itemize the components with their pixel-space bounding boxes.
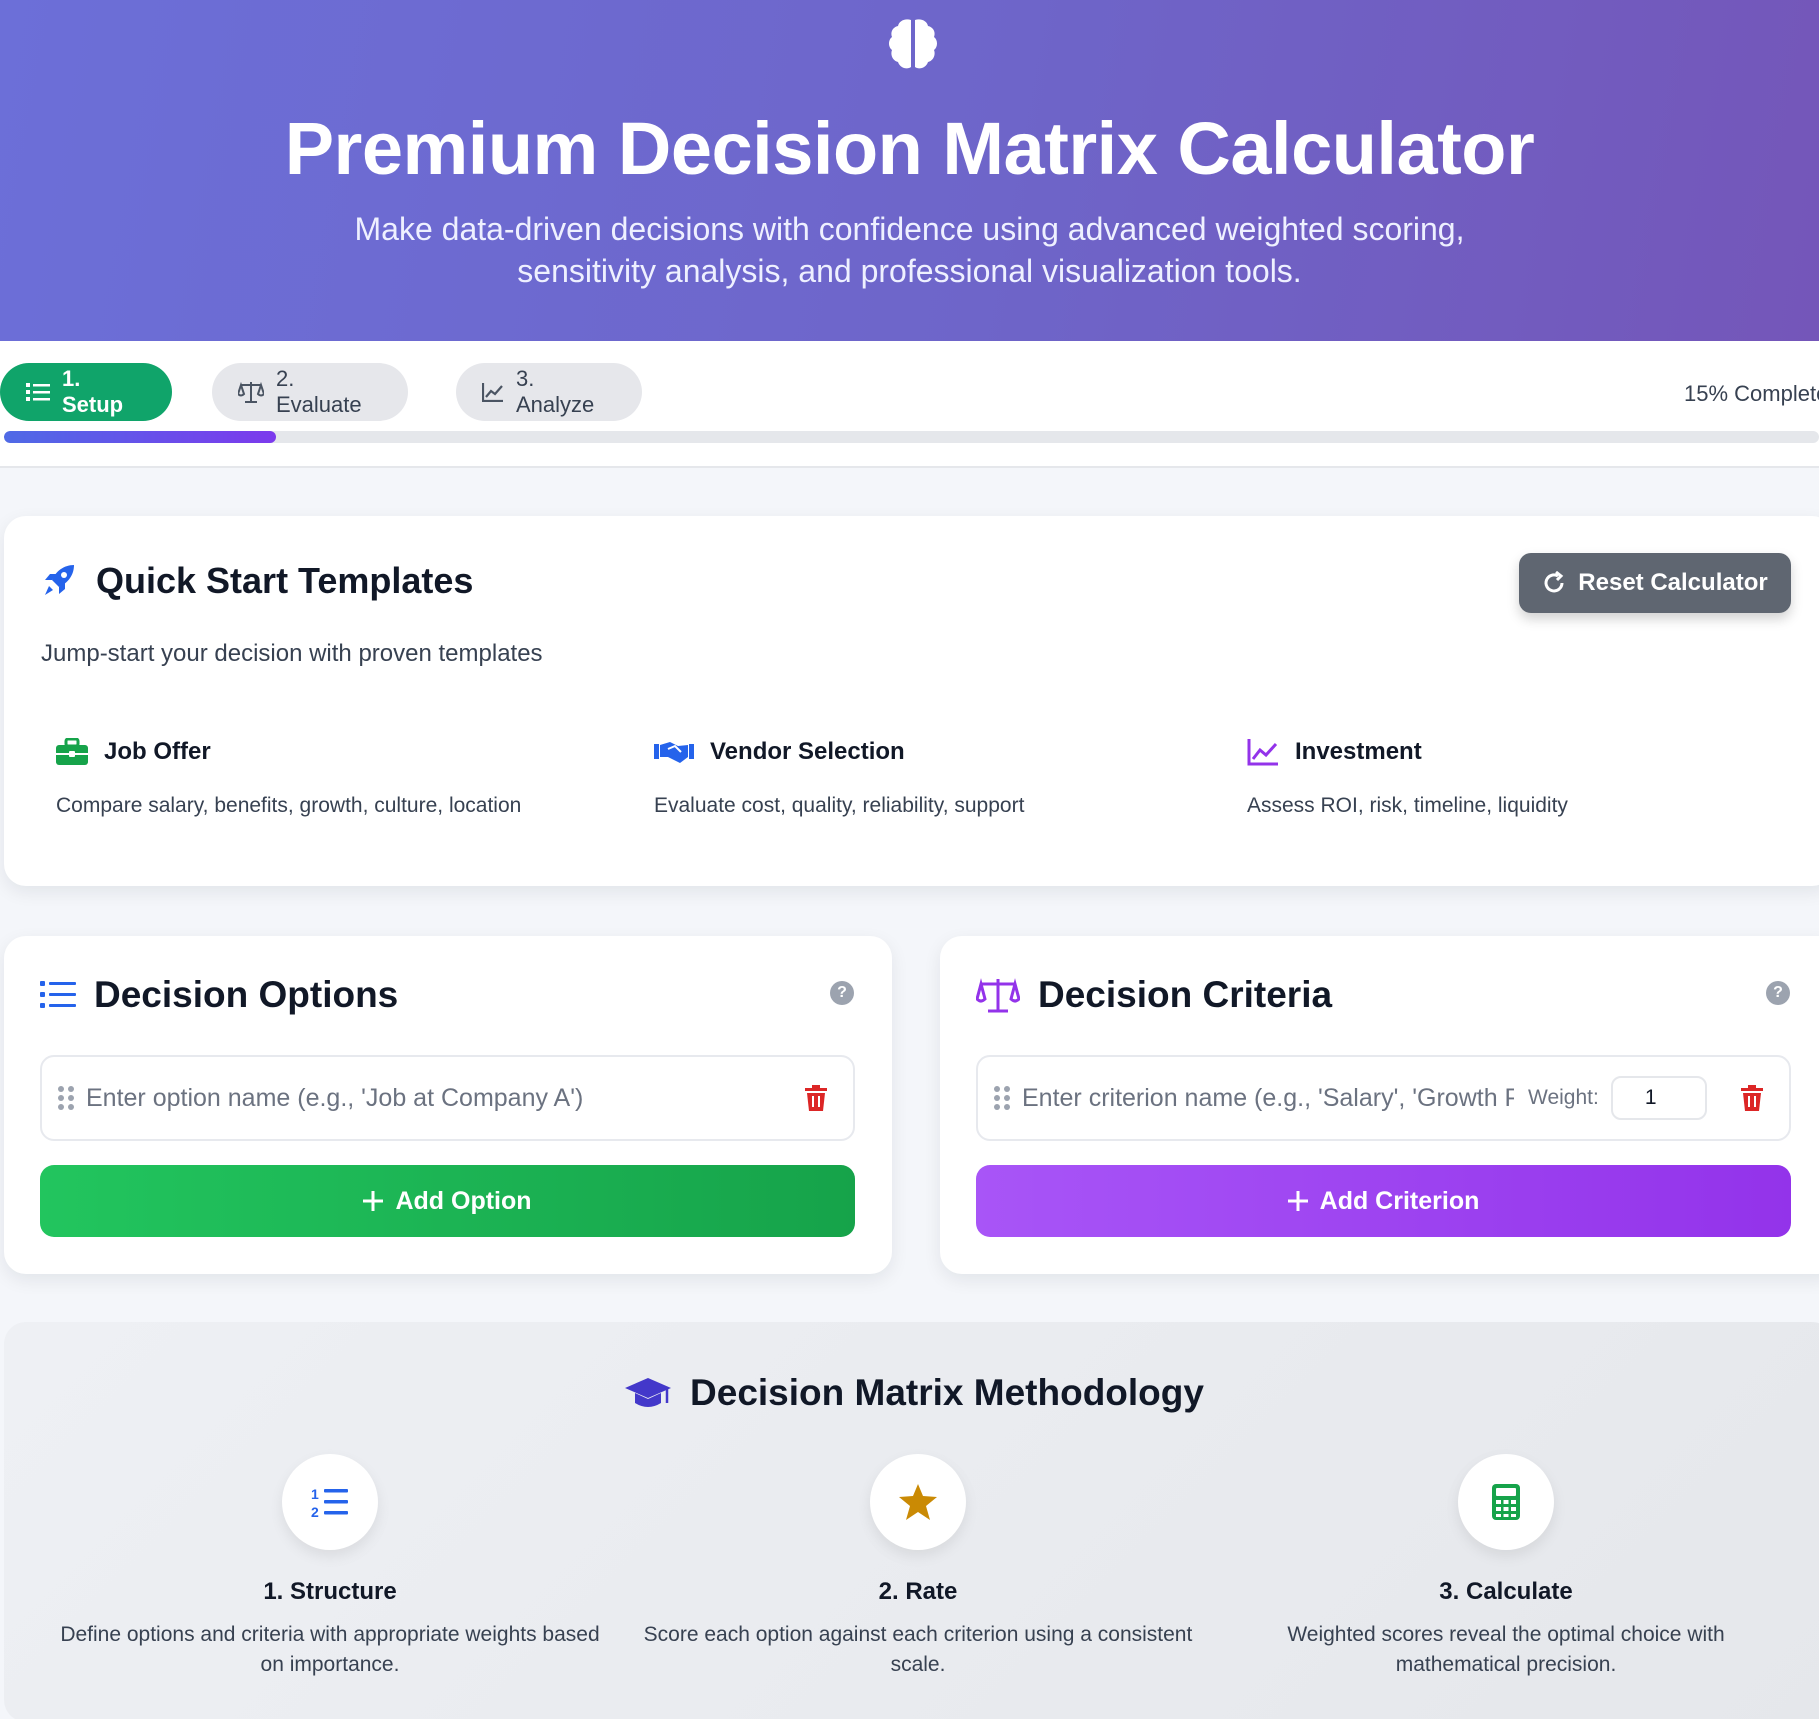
- progress-text: 15% Complete: [1684, 381, 1819, 406]
- methodology-step-calculate: 3. Calculate Weighted scores reveal the …: [1226, 1454, 1786, 1680]
- add-criterion-button[interactable]: Add Criterion: [976, 1165, 1791, 1237]
- add-criterion-label: Add Criterion: [1319, 1186, 1480, 1215]
- list-icon: [40, 981, 76, 1008]
- methodology-step-title: 1. Structure: [263, 1578, 397, 1605]
- criterion-name-input[interactable]: [1022, 1083, 1514, 1113]
- star-icon: [899, 1484, 937, 1520]
- graduation-cap-icon: [625, 1378, 672, 1407]
- briefcase-icon: [56, 738, 88, 765]
- criterion-row: Weight: 1: [976, 1055, 1791, 1141]
- svg-text:1: 1: [311, 1486, 319, 1502]
- methodology-section: Decision Matrix Methodology 1 2 1. Struc…: [4, 1322, 1819, 1719]
- redo-icon: [1544, 571, 1564, 593]
- drag-handle-icon[interactable]: [994, 1086, 1010, 1110]
- trash-icon[interactable]: [1741, 1085, 1763, 1111]
- drag-handle-icon[interactable]: [58, 1086, 74, 1110]
- option-row: [40, 1055, 855, 1141]
- progress-fill: [4, 431, 276, 443]
- handshake-icon: [654, 742, 694, 763]
- section-title: Decision Criteria: [1038, 974, 1333, 1015]
- add-option-button[interactable]: Add Option: [40, 1165, 855, 1237]
- weight-label: Weight:: [1528, 1086, 1599, 1109]
- template-description: Assess ROI, risk, timeline, liquidity: [1247, 794, 1568, 817]
- chart-line-icon: [1247, 739, 1278, 766]
- section-subtitle: Jump-start your decision with proven tem…: [41, 640, 543, 667]
- methodology-step-description: Weighted scores reveal the optimal choic…: [1287, 1623, 1725, 1676]
- option-name-input[interactable]: [86, 1083, 766, 1113]
- section-title: Decision Options: [94, 974, 399, 1015]
- template-description: Compare salary, benefits, growth, cultur…: [56, 794, 522, 817]
- add-option-label: Add Option: [395, 1186, 532, 1215]
- template-vendor-selection[interactable]: Vendor Selection Evaluate cost, quality,…: [654, 738, 1024, 818]
- help-icon[interactable]: ?: [1766, 981, 1790, 1005]
- methodology-step-title: 2. Rate: [878, 1578, 958, 1605]
- plus-icon: [363, 1191, 384, 1211]
- page-header: Premium Decision Matrix Calculator Make …: [0, 0, 1819, 341]
- tab-label: 2. Evaluate: [276, 366, 362, 417]
- step-navigation: 1. Setup 2. Evaluate 3. Analyze 15% Comp…: [0, 341, 1819, 468]
- rocket-icon: [45, 565, 74, 595]
- quick-start-heading: Quick Start Templates: [40, 560, 473, 602]
- progress-bar: [4, 431, 1819, 443]
- reset-calculator-button[interactable]: Reset Calculator: [1519, 553, 1791, 613]
- tab-setup[interactable]: 1. Setup: [0, 363, 172, 421]
- quick-start-card: Quick Start Templates Jump-start your de…: [4, 516, 1819, 886]
- methodology-step-description: Define options and criteria with appropr…: [60, 1623, 600, 1676]
- brain-icon: [889, 19, 937, 69]
- page-title: Premium Decision Matrix Calculator: [284, 107, 1535, 190]
- list-ol-icon: 1 2: [311, 1486, 348, 1519]
- tab-label: 1. Setup: [62, 366, 124, 417]
- plus-icon: [1287, 1191, 1308, 1211]
- methodology-step-structure: 1 2 1. Structure Define options and crit…: [50, 1454, 610, 1680]
- reset-label: Reset Calculator: [1578, 569, 1768, 596]
- decision-criteria-card: Decision Criteria ? Weight: 1 Add Criter…: [940, 936, 1819, 1274]
- tab-evaluate[interactable]: 2. Evaluate: [212, 363, 408, 421]
- template-investment[interactable]: Investment Assess ROI, risk, timeline, l…: [1247, 738, 1568, 818]
- template-title: Vendor Selection: [710, 738, 905, 765]
- chart-line-icon: [482, 383, 503, 402]
- template-title: Investment: [1295, 738, 1422, 765]
- section-title: Quick Start Templates: [96, 560, 474, 601]
- tab-analyze[interactable]: 3. Analyze: [456, 363, 642, 421]
- tab-label: 3. Analyze: [516, 366, 595, 417]
- list-icon: [26, 383, 50, 401]
- svg-text:2: 2: [311, 1504, 319, 1519]
- calculator-icon: [1492, 1484, 1520, 1520]
- decision-criteria-heading: Decision Criteria: [976, 974, 1332, 1016]
- section-title: Decision Matrix Methodology: [690, 1372, 1204, 1413]
- decision-options-card: Decision Options ? Add Option: [4, 936, 892, 1274]
- template-title: Job Offer: [104, 738, 211, 765]
- methodology-step-title: 3. Calculate: [1439, 1578, 1573, 1605]
- weight-input[interactable]: 1: [1610, 1076, 1707, 1120]
- template-job-offer[interactable]: Job Offer Compare salary, benefits, grow…: [56, 738, 521, 818]
- scale-icon: [238, 381, 264, 403]
- methodology-heading: Decision Matrix Methodology: [4, 1372, 1819, 1414]
- scale-icon: [976, 978, 1020, 1013]
- trash-icon[interactable]: [805, 1085, 827, 1111]
- methodology-step-rate: 2. Rate Score each option against each c…: [638, 1454, 1198, 1680]
- help-icon[interactable]: ?: [830, 981, 854, 1005]
- template-description: Evaluate cost, quality, reliability, sup…: [654, 794, 1025, 817]
- methodology-step-description: Score each option against each criterion…: [643, 1623, 1193, 1676]
- decision-options-heading: Decision Options: [40, 974, 398, 1016]
- page-subtitle: Make data-driven decisions with confiden…: [354, 211, 1465, 289]
